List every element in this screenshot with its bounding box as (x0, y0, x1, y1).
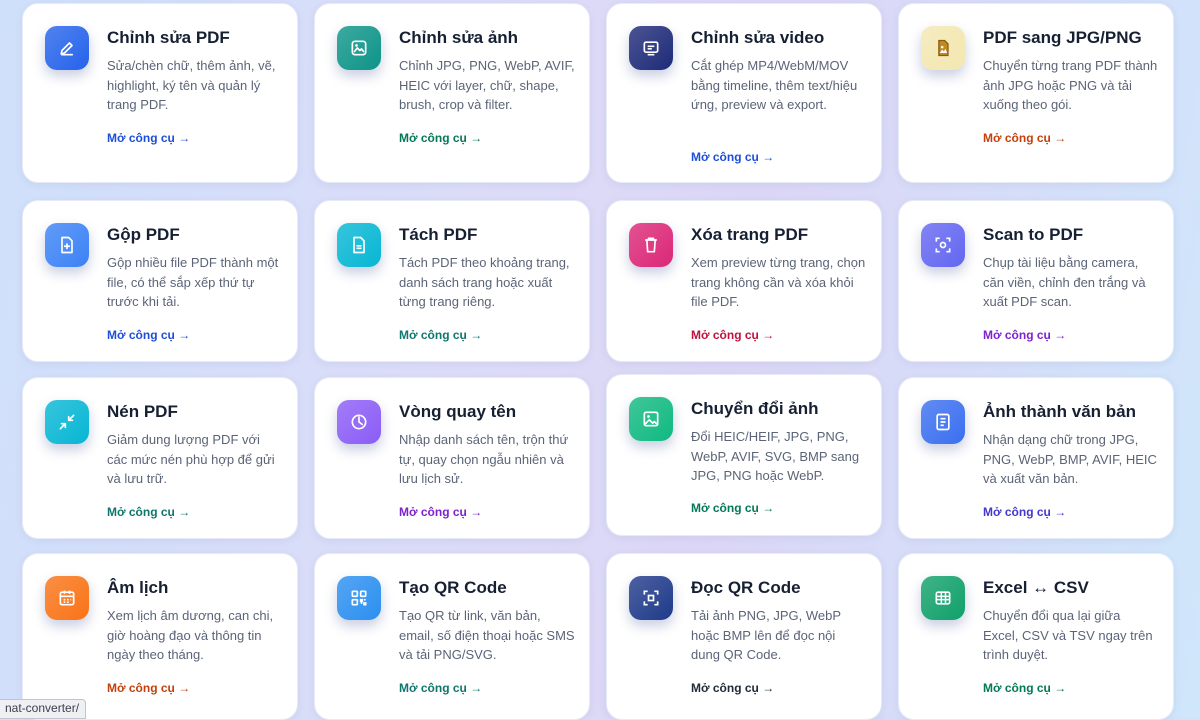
merge-file-icon (45, 223, 89, 267)
tool-card-gop-pdf[interactable]: Gộp PDF Gộp nhiều file PDF thành một file… (22, 200, 298, 362)
tool-card-title: Âm lịch (107, 578, 169, 597)
tool-card-xoa-trang-pdf[interactable]: Xóa trang PDF Xem preview từng trang, chọ… (606, 200, 882, 362)
tool-card-tach-pdf[interactable]: Tách PDF Tách PDF theo khoảng trang, danh… (314, 200, 590, 362)
tool-card-description: Nhập danh sách tên, trộn thứ tự, quay ch… (399, 432, 569, 486)
tool-card-nen-pdf[interactable]: Nén PDF Giảm dung lượng PDF với các mức n… (22, 377, 298, 539)
qr-scan-icon (629, 576, 673, 620)
tool-card-tao-qr-code[interactable]: Tạo QR Code Tạo QR từ link, văn bản, emai… (314, 553, 590, 720)
tool-card-description: Cắt ghép MP4/WebM/MOV bằng timeline, thê… (691, 58, 858, 112)
open-tool-link[interactable]: Mở công cụ → (983, 681, 1066, 695)
tool-card-title: Nén PDF (107, 402, 178, 421)
wheel-icon (337, 400, 381, 444)
tool-card-description: Sửa/chèn chữ, thêm ảnh, vẽ, highlight, k… (107, 58, 276, 112)
tool-card-description: Gộp nhiều file PDF thành một file, có th… (107, 255, 279, 309)
tool-card-excel-csv[interactable]: Excel ↔ CSV Chuyển đổi qua lại giữa Excel… (898, 553, 1174, 720)
tool-card-chinh-sua-pdf[interactable]: Chỉnh sửa PDF Sửa/chèn chữ, thêm ảnh, vẽ,… (22, 3, 298, 183)
tool-card-description: Tách PDF theo khoảng trang, danh sách tr… (399, 255, 570, 309)
pencil-icon (45, 26, 89, 70)
open-tool-link[interactable]: Mở công cụ → (691, 501, 774, 515)
tool-card-description: Xem lịch âm dương, can chi, giờ hoàng đạ… (107, 608, 274, 662)
tool-card-title: Excel ↔ CSV (983, 578, 1089, 597)
compress-icon (45, 400, 89, 444)
tool-card-pdf-sang-jpg-png[interactable]: PDF sang JPG/PNG Chuyển từng trang PDF th… (898, 3, 1174, 183)
calendar-icon (45, 576, 89, 620)
qr-grid-icon (337, 576, 381, 620)
open-tool-link[interactable]: Mở công cụ → (399, 328, 482, 342)
tool-card-description: Đổi HEIC/HEIF, JPG, PNG, WebP, AVIF, SVG… (691, 429, 860, 483)
table-icon (921, 576, 965, 620)
tool-card-title: Tạo QR Code (399, 578, 507, 597)
open-tool-link[interactable]: Mở công cụ → (399, 131, 482, 145)
scan-icon (921, 223, 965, 267)
tool-card-title: Ảnh thành văn bản (983, 402, 1136, 421)
tools-grid: Chỉnh sửa PDF Sửa/chèn chữ, thêm ảnh, vẽ,… (22, 3, 1174, 720)
open-tool-link[interactable]: Mở công cụ → (399, 505, 482, 519)
open-tool-link[interactable]: Mở công cụ → (983, 328, 1066, 342)
tool-card-title: Chỉnh sửa video (691, 28, 825, 47)
tool-card-title: Xóa trang PDF (691, 225, 809, 244)
tool-card-description: Xem preview từng trang, chọn trang không… (691, 255, 866, 309)
open-tool-link[interactable]: Mở công cụ → (691, 150, 774, 164)
tool-card-description: Chỉnh JPG, PNG, WebP, AVIF, HEIC với lay… (399, 58, 575, 112)
open-tool-link[interactable]: Mở công cụ → (107, 505, 190, 519)
tool-card-vong-quay-ten[interactable]: Vòng quay tên Nhập danh sách tên, trộn th… (314, 377, 590, 539)
tool-card-title: Scan to PDF (983, 225, 1084, 244)
open-tool-link[interactable]: Mở công cụ → (983, 131, 1066, 145)
image-edit-icon (337, 26, 381, 70)
text-document-icon (921, 400, 965, 444)
status-bar-url: nat-converter/ (0, 699, 87, 719)
tool-card-doc-qr-code[interactable]: Đọc QR Code Tải ảnh PNG, JPG, WebP hoặc B… (606, 553, 882, 720)
open-tool-link[interactable]: Mở công cụ → (983, 505, 1066, 519)
tool-card-description: Tải ảnh PNG, JPG, WebP hoặc BMP lên để đ… (691, 608, 841, 662)
tool-card-description: Chụp tài liệu bằng camera, căn viền, chỉ… (983, 255, 1146, 309)
tool-card-scan-to-pdf[interactable]: Scan to PDF Chụp tài liệu bằng camera, că… (898, 200, 1174, 362)
tool-card-chuyen-doi-anh[interactable]: Chuyển đổi ảnh Đổi HEIC/HEIF, JPG, PNG, W… (606, 374, 882, 536)
video-editor-icon (629, 26, 673, 70)
tool-card-description: Nhận dạng chữ trong JPG, PNG, WebP, BMP,… (983, 432, 1157, 486)
tool-card-chinh-sua-video[interactable]: Chỉnh sửa video Cắt ghép MP4/WebM/MOV bằn… (606, 3, 882, 183)
document-icon (337, 223, 381, 267)
tool-card-anh-thanh-van-ban[interactable]: Ảnh thành văn bản Nhận dạng chữ trong JPG… (898, 377, 1174, 539)
tool-card-chinh-sua-anh[interactable]: Chỉnh sửa ảnh Chỉnh JPG, PNG, WebP, AVIF,… (314, 3, 590, 183)
tool-card-description: Chuyển đổi qua lại giữa Excel, CSV và TS… (983, 608, 1153, 662)
tool-card-title: Chỉnh sửa ảnh (399, 28, 519, 47)
pdf-image-icon (921, 26, 965, 70)
tool-card-title: Tách PDF (399, 225, 478, 244)
tool-card-am-lich[interactable]: Âm lịch Xem lịch âm dương, can chi, giờ h… (22, 553, 298, 720)
trash-icon (629, 223, 673, 267)
tool-card-description: Chuyển từng trang PDF thành ảnh JPG hoặc… (983, 58, 1158, 112)
open-tool-link[interactable]: Mở công cụ → (107, 328, 190, 342)
tool-card-title: PDF sang JPG/PNG (983, 28, 1142, 47)
tool-card-title: Gộp PDF (107, 225, 180, 244)
tool-card-title: Đọc QR Code (691, 578, 801, 597)
tool-card-description: Tạo QR từ link, văn bản, email, số điện … (399, 608, 575, 662)
open-tool-link[interactable]: Mở công cụ → (399, 681, 482, 695)
tool-card-title: Chỉnh sửa PDF (107, 28, 230, 47)
open-tool-link[interactable]: Mở công cụ → (691, 681, 774, 695)
open-tool-link[interactable]: Mở công cụ → (107, 131, 190, 145)
tool-card-title: Vòng quay tên (399, 402, 517, 421)
open-tool-link[interactable]: Mở công cụ → (691, 328, 774, 342)
open-tool-link[interactable]: Mở công cụ → (107, 681, 190, 695)
tool-card-title: Chuyển đổi ảnh (691, 399, 819, 418)
tool-card-description: Giảm dung lượng PDF với các mức nén phù … (107, 432, 275, 486)
image-icon (629, 397, 673, 441)
